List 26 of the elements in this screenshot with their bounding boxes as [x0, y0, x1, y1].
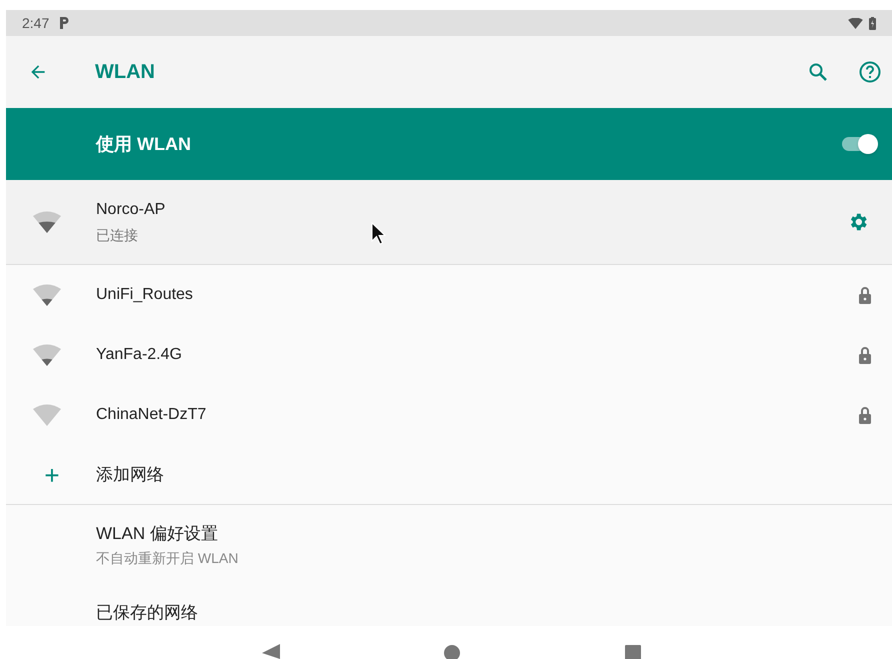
parking-icon: [59, 17, 70, 29]
preference-title[interactable]: WLAN 偏好设置: [96, 520, 218, 546]
network-status: 已连接: [96, 226, 138, 245]
add-icon: +: [32, 462, 72, 488]
wifi-signal-icon: [33, 404, 61, 426]
master-switch-label: 使用 WLAN: [96, 132, 191, 156]
status-time: 2:47: [22, 14, 50, 32]
network-name[interactable]: UniFi_Routes: [96, 283, 193, 307]
recents-nav-icon: [624, 644, 642, 659]
wifi-status-icon: [848, 18, 863, 28]
preference-title[interactable]: 已保存的网络: [96, 600, 198, 625]
connected-network-row[interactable]: Norco-AP 已连接: [6, 180, 892, 265]
add-network-item[interactable]: 添加网络: [96, 462, 164, 488]
page-title: WLAN: [95, 60, 155, 85]
wifi-signal-icon: [33, 284, 61, 306]
preference-summary: 不自动重新开启 WLAN: [96, 549, 238, 568]
back-nav-icon: [262, 644, 280, 659]
wifi-signal-icon: [33, 344, 61, 366]
network-name: Norco-AP: [96, 200, 166, 220]
network-name[interactable]: YanFa-2.4G: [96, 343, 182, 367]
wifi-signal-icon: [33, 211, 61, 233]
master-switch[interactable]: [842, 133, 878, 155]
network-name[interactable]: ChinaNet-DzT7: [96, 403, 206, 427]
battery-icon: [869, 16, 876, 30]
home-nav-icon: [443, 644, 461, 659]
help-icon: [858, 60, 882, 84]
